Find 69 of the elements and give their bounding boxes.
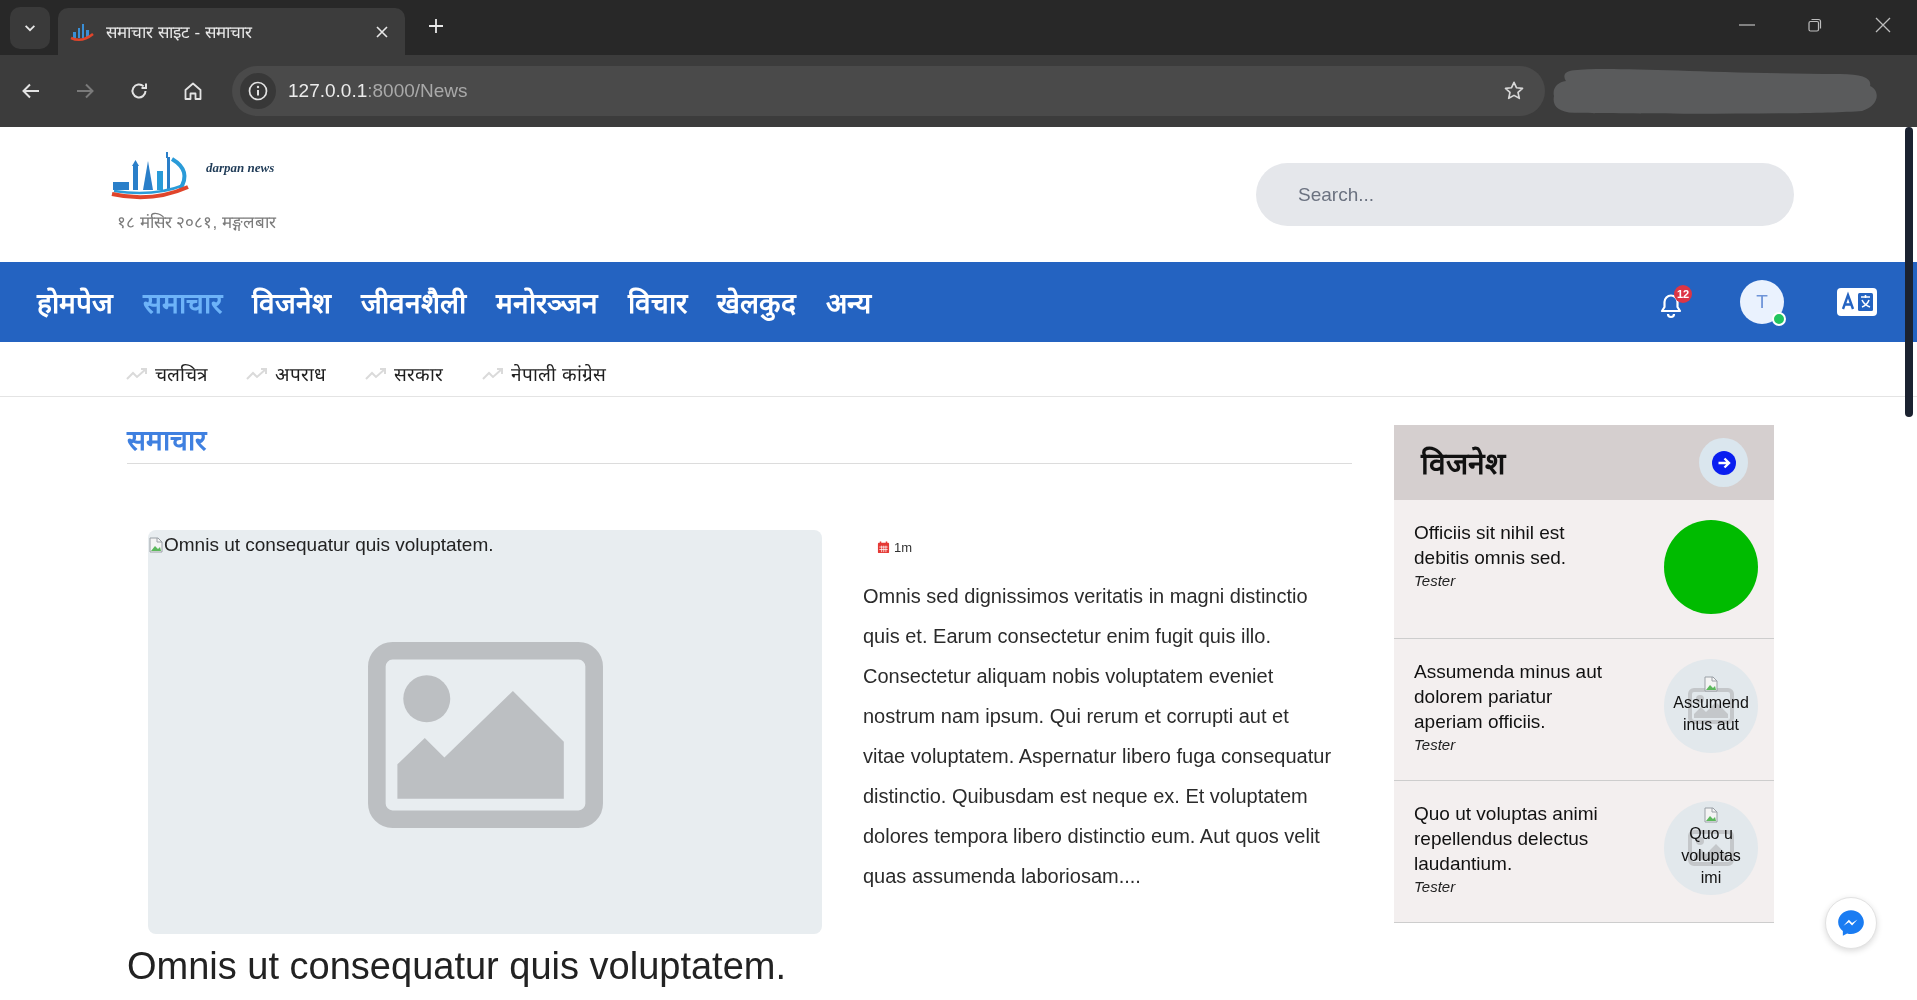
arrow-right-icon — [1711, 450, 1736, 475]
section-title: समाचार — [127, 423, 206, 459]
topic-link[interactable]: अपराध — [275, 361, 326, 387]
image-placeholder-icon — [1664, 801, 1758, 895]
author-text: Tester — [1414, 571, 1456, 591]
site-info-button[interactable] — [240, 73, 276, 109]
translate-icon — [1837, 288, 1877, 316]
alt-text: Quo u — [1689, 824, 1733, 844]
date-text: १८ मंसिर २०८१, मङ्गलबार — [117, 211, 276, 233]
alt-text: inus aut — [1682, 715, 1739, 735]
language-button[interactable] — [1837, 288, 1877, 316]
arrow-right-icon — [76, 83, 94, 99]
image-placeholder-icon — [367, 642, 603, 828]
broken-image-icon — [148, 537, 164, 553]
address-bar[interactable]: 127.0.0.1:8000/News — [232, 66, 1545, 116]
alt-text: voluptas — [1681, 846, 1741, 866]
plus-icon — [428, 18, 444, 34]
broken-image-icon — [1703, 676, 1719, 692]
info-icon — [248, 81, 268, 101]
topic-link[interactable]: सरकार — [394, 361, 443, 387]
notifications-button[interactable]: 12 — [1659, 285, 1692, 319]
broken-image-icon — [1703, 807, 1719, 823]
star-icon[interactable] — [1503, 80, 1525, 102]
home-icon — [183, 81, 203, 101]
topic-link[interactable]: चलचित्र — [155, 361, 207, 387]
sidebar-title: विजनेश — [1421, 445, 1505, 483]
url-text: 127.0.0.1:8000/News — [288, 80, 469, 102]
article-image[interactable]: Omnis ut consequatur quis voluptatem. — [148, 530, 822, 934]
browser-tab[interactable]: समाचार साइट - समाचार — [58, 8, 405, 55]
search-field[interactable]: Search... — [1256, 163, 1794, 226]
minimize-icon — [1739, 24, 1755, 26]
scrollbar-thumb[interactable] — [1905, 127, 1913, 417]
logo-text[interactable]: darpan news — [206, 160, 275, 176]
nav-link[interactable]: अन्य — [826, 283, 871, 321]
skyline-icon — [70, 21, 94, 42]
nav-link[interactable]: होमपेज — [37, 283, 113, 321]
article-title[interactable]: Omnis ut consequatur quis voluptatem. — [127, 944, 786, 988]
alt-text: Omnis ut consequatur quis voluptatem. — [164, 534, 494, 556]
story-link[interactable]: Officiis sit nihil est debitis omnis sed. — [1414, 520, 1614, 570]
calendar-icon — [877, 540, 890, 554]
author-text: Tester — [1414, 877, 1456, 897]
nav-link[interactable]: जीवनशैली — [361, 283, 466, 321]
alt-text: Assumend — [1673, 693, 1749, 713]
notification-badge: 12 — [1674, 285, 1692, 303]
nav-link[interactable]: मनोरञ्जन — [496, 283, 598, 321]
arrow-left-icon — [22, 83, 40, 99]
article-excerpt: Omnis sed dignissimos veritatis in magni distinctio quis et. Earum consectetur enim fugit quis illo. Consectetur aliquam nobis voluptatem eveniet nostrum nam ipsum. Qui rerum et corrupti aut et vitae voluptatem. Aspernatur libero fuga consequatur distinctio. Quibusdam est neque ex. Et voluptatem dolores tempora libero distinctio eum. Aut quos velit quas assumenda laboriosam.... — [863, 584, 1333, 889]
trending-icon — [482, 368, 504, 380]
topic-link[interactable]: नेपाली कांग्रेस — [511, 361, 607, 387]
close-icon — [1875, 17, 1891, 33]
more-button[interactable] — [1699, 438, 1748, 487]
trending-icon — [126, 368, 148, 380]
trending-icon — [365, 368, 387, 380]
tab-title: समाचार साइट - समाचार — [106, 22, 253, 43]
close-icon — [376, 25, 388, 38]
reload-icon — [130, 82, 148, 100]
story-link[interactable]: Quo ut voluptas animi repellendus delectus laudantium. — [1414, 801, 1614, 876]
alt-text: imi — [1700, 868, 1722, 888]
nav-link[interactable]: विजनेश — [252, 283, 331, 321]
restore-icon — [1808, 18, 1822, 32]
nav-link[interactable]: विचार — [628, 283, 687, 321]
chat-button[interactable] — [1825, 897, 1877, 949]
time-text: 1m — [894, 539, 913, 555]
trending-icon — [246, 368, 268, 380]
image-placeholder-icon — [1664, 659, 1758, 753]
chat-bubble-icon — [1836, 908, 1866, 938]
author-text: Tester — [1414, 735, 1456, 755]
nav-link[interactable]: खेलकुद — [717, 283, 796, 321]
story-link[interactable]: Assumenda minus aut dolorem pariatur aperiam officiis. — [1414, 659, 1614, 734]
